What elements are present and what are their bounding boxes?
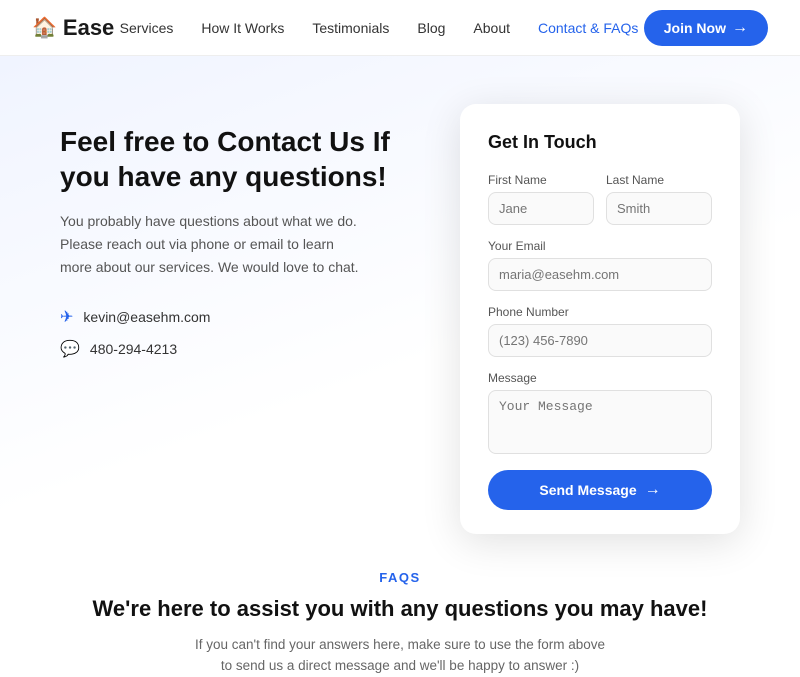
email-row: Your Email <box>488 239 712 291</box>
first-name-input[interactable] <box>488 192 594 225</box>
nav-links: Services How It Works Testimonials Blog … <box>120 20 639 36</box>
last-name-label: Last Name <box>606 173 712 187</box>
send-arrow-icon: → <box>645 481 661 499</box>
nav-blog[interactable]: Blog <box>417 20 445 36</box>
phone-row: Phone Number <box>488 305 712 357</box>
phone-icon: 💬 <box>60 339 80 359</box>
join-button-label: Join Now <box>664 20 726 36</box>
home-icon: 🏠 <box>32 15 57 40</box>
faqs-label: FAQS <box>60 570 740 585</box>
name-row: First Name Last Name <box>488 173 712 225</box>
email-label: Your Email <box>488 239 712 253</box>
join-now-button[interactable]: Join Now → <box>644 10 768 46</box>
form-title: Get In Touch <box>488 132 712 153</box>
email-contact: ✈ kevin@easehm.com <box>60 307 420 327</box>
email-input[interactable] <box>488 258 712 291</box>
phone-group: Phone Number <box>488 305 712 357</box>
faqs-title: We're here to assist you with any questi… <box>60 595 740 624</box>
contact-info: ✈ kevin@easehm.com 💬 480-294-4213 <box>60 307 420 359</box>
first-name-group: First Name <box>488 173 594 225</box>
phone-label: Phone Number <box>488 305 712 319</box>
first-name-label: First Name <box>488 173 594 187</box>
page-description: You probably have questions about what w… <box>60 210 360 279</box>
navbar: 🏠 Ease Services How It Works Testimonial… <box>0 0 800 56</box>
arrow-right-icon: → <box>732 19 748 37</box>
email-address: kevin@easehm.com <box>83 309 210 325</box>
email-group: Your Email <box>488 239 712 291</box>
page-title: Feel free to Contact Us If you have any … <box>60 124 420 194</box>
nav-about[interactable]: About <box>473 20 510 36</box>
main-section: Feel free to Contact Us If you have any … <box>0 56 800 534</box>
contact-form-card: Get In Touch First Name Last Name Your E… <box>460 104 740 534</box>
phone-number: 480-294-4213 <box>90 341 177 357</box>
send-button-label: Send Message <box>539 482 636 498</box>
message-row: Message <box>488 371 712 454</box>
message-input[interactable] <box>488 390 712 454</box>
message-group: Message <box>488 371 712 454</box>
faqs-description: If you can't find your answers here, mak… <box>190 634 610 677</box>
main-wrapper: Feel free to Contact Us If you have any … <box>0 56 800 534</box>
nav-services[interactable]: Services <box>120 20 174 36</box>
send-message-button[interactable]: Send Message → <box>488 470 712 510</box>
logo: 🏠 Ease <box>32 15 114 41</box>
nav-contact-faqs[interactable]: Contact & FAQs <box>538 20 638 36</box>
message-label: Message <box>488 371 712 385</box>
nav-how-it-works[interactable]: How It Works <box>201 20 284 36</box>
phone-contact: 💬 480-294-4213 <box>60 339 420 359</box>
phone-input[interactable] <box>488 324 712 357</box>
email-icon: ✈ <box>60 307 73 327</box>
faqs-section: FAQS We're here to assist you with any q… <box>0 534 800 677</box>
nav-testimonials[interactable]: Testimonials <box>312 20 389 36</box>
left-content: Feel free to Contact Us If you have any … <box>60 104 420 359</box>
last-name-group: Last Name <box>606 173 712 225</box>
last-name-input[interactable] <box>606 192 712 225</box>
logo-text: Ease <box>63 15 114 41</box>
